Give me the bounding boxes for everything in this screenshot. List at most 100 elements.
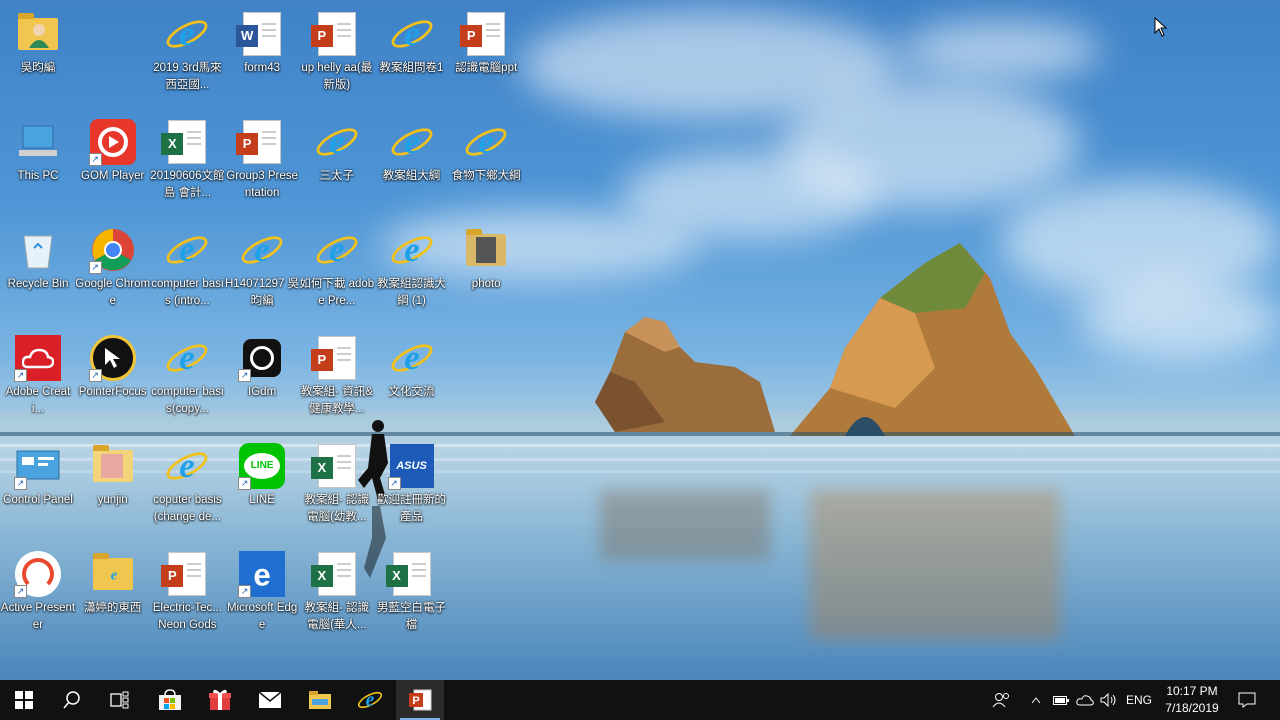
desktop-icon-label: 吳昀編 [20,62,56,74]
desktop-icon[interactable]: ↗ Control Panel [0,436,76,540]
shortcut-arrow-icon: ↗ [14,369,27,382]
ie-folder-icon: e [89,550,137,598]
mail-icon[interactable] [246,680,294,720]
desktop-icon[interactable]: e 三太子 [299,112,375,216]
search-icon[interactable] [48,680,96,720]
svg-text:P: P [412,695,419,707]
desktop-icon-label: 2019 3rd馬來西亞國... [153,62,222,91]
microsoft-store-icon[interactable] [146,680,194,720]
desktop-icon[interactable]: X 20190606文館島 會計... [149,112,225,216]
system-clock[interactable]: 10:17 PM 7/18/2019 [1160,683,1224,717]
task-view-icon[interactable] [96,680,144,720]
battery-icon[interactable] [1052,680,1070,720]
svg-text:e: e [404,338,419,377]
desktop-icon[interactable]: ↗ IGdm [224,328,300,432]
desktop-icon[interactable]: e 教案組問卷1 [374,4,450,108]
desktop-icon-label: computer basis(copy... [151,386,224,415]
desktop-icon-label: Google Chrome [75,278,151,307]
desktop-icon-label: IGdm [248,386,277,398]
desktop-icon[interactable]: e computer basis (intro... [149,220,225,324]
internet-explorer-icon: e [313,226,361,274]
desktop-icon-label: 男藍空白電子檔 [377,602,446,631]
shortcut-arrow-icon: ↗ [387,477,401,490]
desktop-icon[interactable]: e H14071297 吳昀編 [224,220,300,324]
desktop-icon[interactable]: P Group3 Presentation [224,112,300,216]
powerpoint-icon[interactable]: P [396,680,444,720]
excel-document-icon: X [310,442,361,490]
desktop-icon[interactable]: P 認識電腦ppt [448,4,524,108]
internet-explorer-icon[interactable]: e [346,680,394,720]
internet-explorer-icon: e [163,442,211,490]
desktop-icon-label: 認識電腦ppt [455,62,518,74]
desktop-icon[interactable]: ↗ Adobe Creati... [0,328,76,432]
desktop-icon[interactable]: e 食物下鄉大綱 [448,112,524,216]
file-explorer-icon[interactable] [296,680,344,720]
asus-icon: ASUS ↗ [387,442,436,490]
desktop-icon[interactable]: ↗ GOM Player [75,112,151,216]
desktop-icon-label: up helly aa(最新版) [301,62,373,91]
this-pc-icon [14,118,62,166]
desktop-icon-label: 教案組- 認識電腦(華人... [304,602,370,631]
desktop-icon[interactable]: LINE ↗ LINE [224,436,300,540]
pointerfocus-icon: ↗ [88,334,137,382]
volume-icon[interactable] [1098,680,1120,720]
svg-text:e: e [180,14,195,53]
svg-text:e: e [180,338,195,377]
mouse-cursor-icon [1154,17,1168,37]
powerpoint-document-icon: P [236,118,286,166]
clock-date: 7/18/2019 [1165,701,1219,715]
desktop-icon[interactable]: 吳昀編 [0,4,76,108]
excel-document-icon: X [385,550,436,598]
onedrive-cloud-icon[interactable] [1074,680,1096,720]
shortcut-arrow-icon: ↗ [88,369,102,382]
photo-folder-icon [462,226,510,274]
desktop-icon[interactable]: This PC [0,112,76,216]
desktop-icon[interactable]: X 男藍空白電子檔 [374,544,450,648]
desktop-icon-label: computer basis (intro... [151,278,224,307]
shortcut-arrow-icon: ↗ [14,585,27,598]
desktop-icon[interactable]: e 2019 3rd馬來西亞國... [149,4,225,108]
edge-icon: e ↗ [238,550,286,598]
desktop-icon[interactable]: e ↗ Microsoft Edge [224,544,300,648]
desktop-icon-label: 教案組大綱 [382,170,441,182]
desktop-icon[interactable]: photo [448,220,524,324]
gift-icon[interactable] [196,680,244,720]
desktop-icon[interactable]: Wform43 [224,4,300,108]
desktop-wallpaper[interactable]: 吳昀編 e 2019 3rd馬來西亞國... Wform43 Pup helly aa(… [0,0,1280,680]
desktop-icon[interactable]: ↗ Google Chrome [75,220,151,324]
desktop-icon[interactable]: Recycle Bin [0,220,76,324]
svg-text:e: e [254,230,269,269]
svg-text:e: e [404,122,419,161]
desktop-icon[interactable]: X 教案組- 認識電腦(華人... [299,544,375,648]
desktop-icon[interactable]: e 教案組大綱 [374,112,450,216]
desktop-icon[interactable]: e 如何下載 adobe Pre... [299,220,375,324]
desktop-icon-label: 教案組- 認識電腦(幼教... [304,494,370,523]
desktop-icon[interactable]: e 瀟婷的東西 [75,544,151,648]
taskbar: e P ENG 10:17 PM 7/18/2019 [0,680,1280,720]
desktop-icon[interactable]: X 教案組- 認識電腦(幼教... [299,436,375,540]
desktop-icon[interactable]: e 教案組認識大綱 (1) [374,220,450,324]
image-folder-icon [89,442,137,490]
desktop-icon[interactable]: e 文化交流 [374,328,450,432]
desktop-icon[interactable]: ↗ PointerFocus [75,328,151,432]
powerpoint-document-icon: P [310,334,361,382]
people-icon[interactable] [988,680,1014,720]
windows-start-icon[interactable] [0,680,48,720]
desktop-icon[interactable]: Pup helly aa(最新版) [299,4,375,108]
desktop-icon[interactable]: P Electric-Tec... Neon Gods [149,544,225,648]
desktop-icon[interactable]: ASUS ↗ 歡迎註冊新的產品 [374,436,450,540]
internet-explorer-icon: e [388,10,436,58]
internet-explorer-icon: e [313,118,361,166]
gom-player-icon: ↗ [88,118,137,166]
desktop-icon[interactable]: yunjin [75,436,151,540]
desktop-icon[interactable]: ↗ Active Presenter [0,544,76,648]
internet-explorer-icon: e [238,226,286,274]
desktop-icon[interactable]: P 教案組- 資訊&健康教學... [299,328,375,432]
input-language-indicator[interactable]: ENG [1124,680,1154,720]
recycle-bin-icon [14,226,62,274]
desktop-icon[interactable]: e coputer basis (change de... [149,436,225,540]
desktop-icon[interactable]: e computer basis(copy... [149,328,225,432]
show-hidden-icons-chevron-icon[interactable] [1028,680,1044,720]
shortcut-arrow-icon: ↗ [238,369,252,382]
action-center-icon[interactable] [1232,680,1262,720]
